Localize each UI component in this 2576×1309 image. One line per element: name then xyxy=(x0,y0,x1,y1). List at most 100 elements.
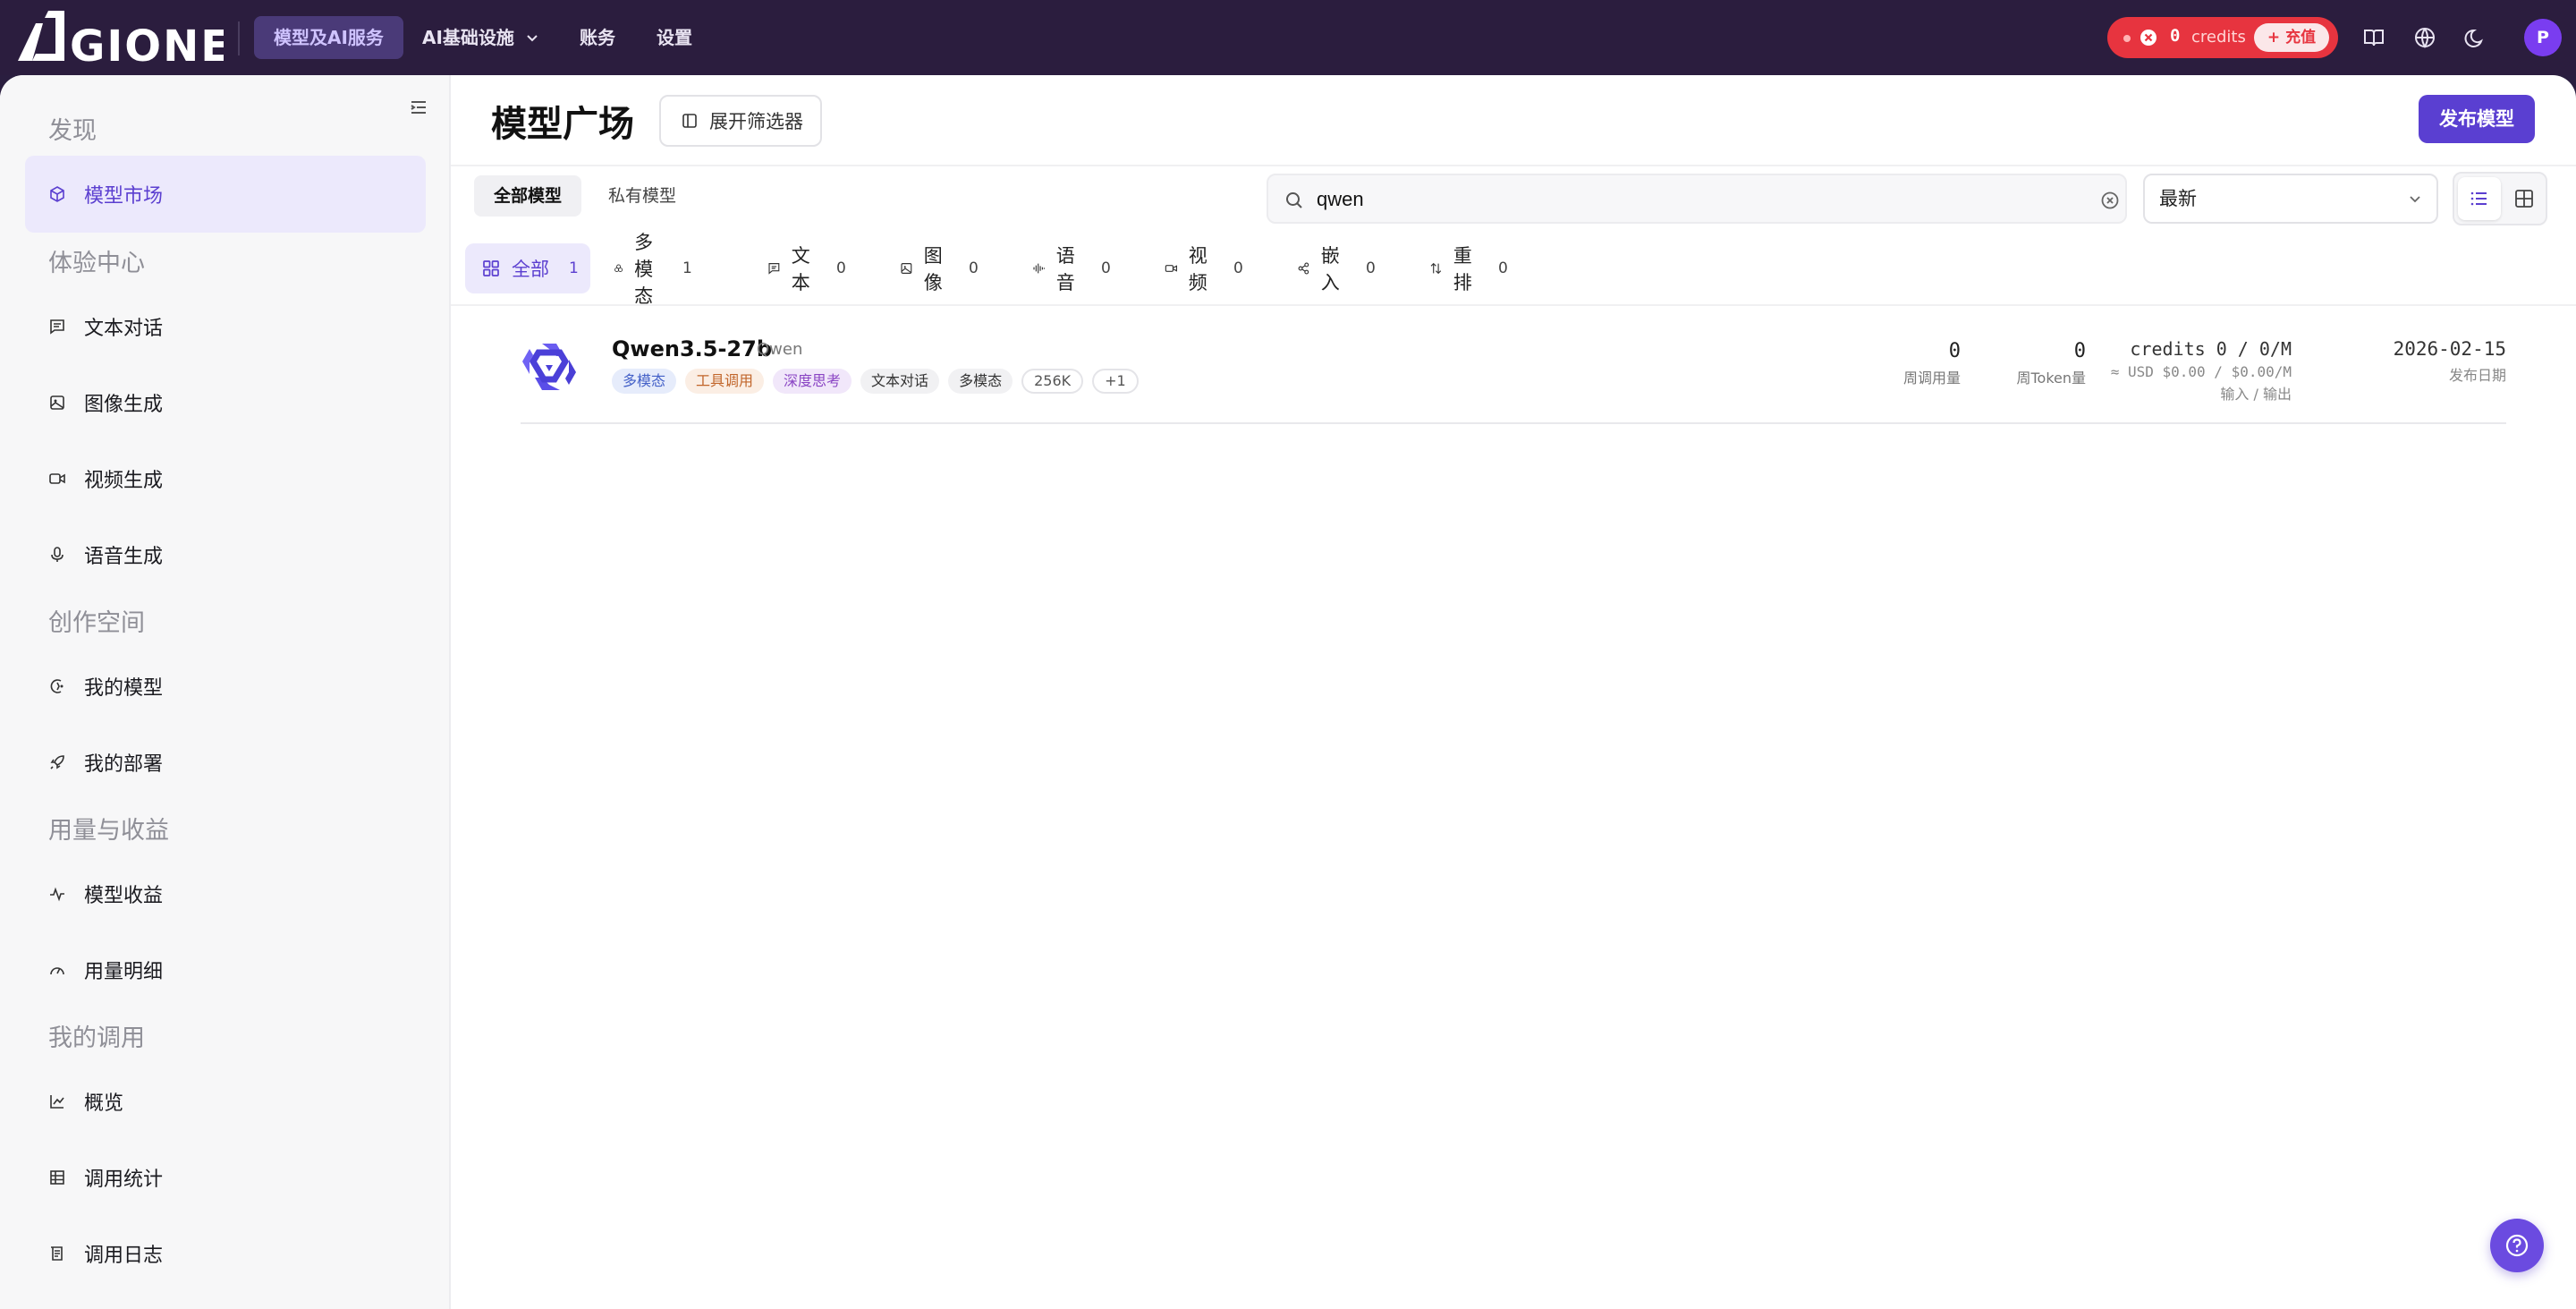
tab-all-models[interactable]: 全部模型 xyxy=(474,175,582,217)
video-icon xyxy=(49,473,65,484)
sidebar-item-label: 调用日志 xyxy=(84,1245,164,1267)
error-circle-icon xyxy=(2140,30,2157,46)
release-date: 2026-02-15 发布日期 xyxy=(2345,338,2506,385)
category-rerank[interactable]: 重排 0 xyxy=(1413,243,1508,293)
sidebar-item-label: 视频生成 xyxy=(84,470,164,492)
tag-badge: 工具调用 xyxy=(685,369,765,394)
context-length-badge: 256K xyxy=(1021,369,1084,394)
aigione-logo[interactable]: GIONE xyxy=(13,7,224,70)
category-label: 文本 xyxy=(791,245,810,293)
model-name[interactable]: Qwen3.5-27b xyxy=(612,336,772,361)
category-video[interactable]: 视频 0 xyxy=(1148,243,1243,293)
activity-icon xyxy=(50,887,64,902)
docs-icon[interactable] xyxy=(2358,21,2390,54)
weekly-calls-value: 0 xyxy=(1948,340,1961,362)
nav-settings[interactable]: 设置 xyxy=(637,16,712,59)
moon-icon[interactable] xyxy=(2460,21,2492,54)
weekly-calls: 0 周调用量 xyxy=(1853,340,1961,387)
logo-separator xyxy=(238,21,240,55)
image-icon xyxy=(50,395,64,410)
model-icon xyxy=(50,679,64,693)
grid-icon xyxy=(2515,190,2533,208)
sidebar-item-label: 用量明细 xyxy=(84,961,164,983)
image-icon xyxy=(901,263,912,274)
model-list-item[interactable]: Qwen3.5-27b Qwen 多模态 工具调用 深度思考 文本对话 多模态 … xyxy=(521,319,2506,424)
tag-badge: 文本对话 xyxy=(860,369,940,394)
category-image[interactable]: 图像 0 xyxy=(884,243,979,293)
tag-badge: 深度思考 xyxy=(773,369,852,394)
video-icon xyxy=(1165,265,1178,272)
category-label: 视频 xyxy=(1188,245,1208,293)
chart-icon xyxy=(50,1095,64,1109)
sidebar-item-label: 调用统计 xyxy=(84,1169,164,1191)
section-title-experience: 体验中心 xyxy=(48,250,145,277)
sidebar-item-call-stats[interactable]: 调用统计 xyxy=(25,1139,426,1216)
category-count: 0 xyxy=(969,259,979,277)
sidebar-item-overview[interactable]: 概览 xyxy=(25,1063,426,1140)
chevron-down-icon xyxy=(2410,196,2420,203)
sidebar: 发现 模型市场 体验中心 文本对话 图像生成 视频生成 语音生成 创作空间 我的… xyxy=(0,75,451,1309)
status-dot xyxy=(2123,35,2131,42)
recharge-button[interactable]: + 充值 xyxy=(2254,23,2329,52)
help-button[interactable] xyxy=(2490,1219,2544,1272)
price-usd: ≈ USD $0.00 / $0.00/M xyxy=(2110,363,2292,380)
search-input[interactable] xyxy=(1317,184,2050,215)
category-multimodal[interactable]: 多模态 1 xyxy=(597,232,692,307)
category-all[interactable]: 全部 1 xyxy=(465,243,590,293)
filter-label: 展开筛选器 xyxy=(709,111,803,132)
category-count: 0 xyxy=(1101,259,1111,277)
top-navbar: GIONE 模型及AI服务 AI基础设施 账务 设置 0 credits + 充… xyxy=(0,0,2576,75)
category-label: 多模态 xyxy=(634,232,654,307)
sort-select[interactable]: 最新 xyxy=(2143,174,2438,224)
tag-badge: 多模态 xyxy=(948,369,1013,394)
user-avatar[interactable]: P xyxy=(2524,19,2562,56)
release-date-label: 发布日期 xyxy=(2448,367,2506,384)
sidebar-collapse-icon[interactable] xyxy=(404,93,433,122)
category-embedding[interactable]: 嵌入 0 xyxy=(1281,243,1376,293)
sidebar-item-model-market[interactable]: 模型市场 xyxy=(25,156,426,233)
release-date-value: 2026-02-15 xyxy=(2393,338,2506,360)
credits-value: 0 xyxy=(2170,26,2181,46)
publish-model-button[interactable]: 发布模型 xyxy=(2419,95,2535,143)
sidebar-item-text-chat[interactable]: 文本对话 xyxy=(25,288,426,365)
category-label: 图像 xyxy=(923,245,943,293)
sidebar-item-my-models[interactable]: 我的模型 xyxy=(25,648,426,725)
sidebar-item-my-deployments[interactable]: 我的部署 xyxy=(25,724,426,801)
sidebar-item-model-earnings[interactable]: 模型收益 xyxy=(25,855,426,932)
category-text[interactable]: 文本 0 xyxy=(751,243,846,293)
list-icon xyxy=(2470,191,2487,206)
sort-selected-value: 最新 xyxy=(2159,188,2197,209)
sidebar-item-image-gen[interactable]: 图像生成 xyxy=(25,364,426,441)
category-label: 全部 xyxy=(512,259,549,280)
chat-icon xyxy=(50,319,64,335)
sort-arrows-icon xyxy=(1430,262,1442,275)
divider xyxy=(451,165,2576,166)
grid-view-button[interactable] xyxy=(2503,177,2546,220)
nav-billing[interactable]: 账务 xyxy=(560,16,635,59)
sidebar-item-voice-gen[interactable]: 语音生成 xyxy=(25,516,426,593)
credits-balance[interactable]: 0 credits + 充值 xyxy=(2107,17,2338,58)
expand-filter-button[interactable]: 展开筛选器 xyxy=(659,95,822,147)
sidebar-item-usage-details[interactable]: 用量明细 xyxy=(25,931,426,1008)
model-tags: 多模态 工具调用 深度思考 文本对话 多模态 256K +1 xyxy=(612,369,1139,394)
page-title: 模型广场 xyxy=(491,104,634,145)
tab-private-models[interactable]: 私有模型 xyxy=(589,175,696,217)
category-voice[interactable]: 语音 0 xyxy=(1016,243,1111,293)
more-tags-badge[interactable]: +1 xyxy=(1092,369,1139,394)
clear-search-icon[interactable] xyxy=(2100,191,2120,210)
nav-ai-infrastructure[interactable]: AI基础设施 xyxy=(402,16,561,59)
category-label: 嵌入 xyxy=(1320,245,1340,293)
section-title-workspace: 创作空间 xyxy=(48,609,145,637)
sidebar-item-call-logs[interactable]: 调用日志 xyxy=(25,1215,426,1292)
svg-text:GIONE: GIONE xyxy=(70,21,224,70)
list-view-button[interactable] xyxy=(2458,177,2501,220)
sidebar-item-label: 模型收益 xyxy=(84,885,164,907)
nav-model-ai-services[interactable]: 模型及AI服务 xyxy=(254,16,403,59)
multimodal-icon xyxy=(614,264,623,272)
audio-wave-icon xyxy=(1033,263,1046,274)
globe-icon[interactable] xyxy=(2409,21,2441,54)
sidebar-item-video-gen[interactable]: 视频生成 xyxy=(25,440,426,517)
price-credits: credits 0 / 0/M xyxy=(2130,338,2292,360)
model-price: credits 0 / 0/M ≈ USD $0.00 / $0.00/M 输入… xyxy=(2068,338,2292,404)
tag-badge: 多模态 xyxy=(612,369,677,394)
